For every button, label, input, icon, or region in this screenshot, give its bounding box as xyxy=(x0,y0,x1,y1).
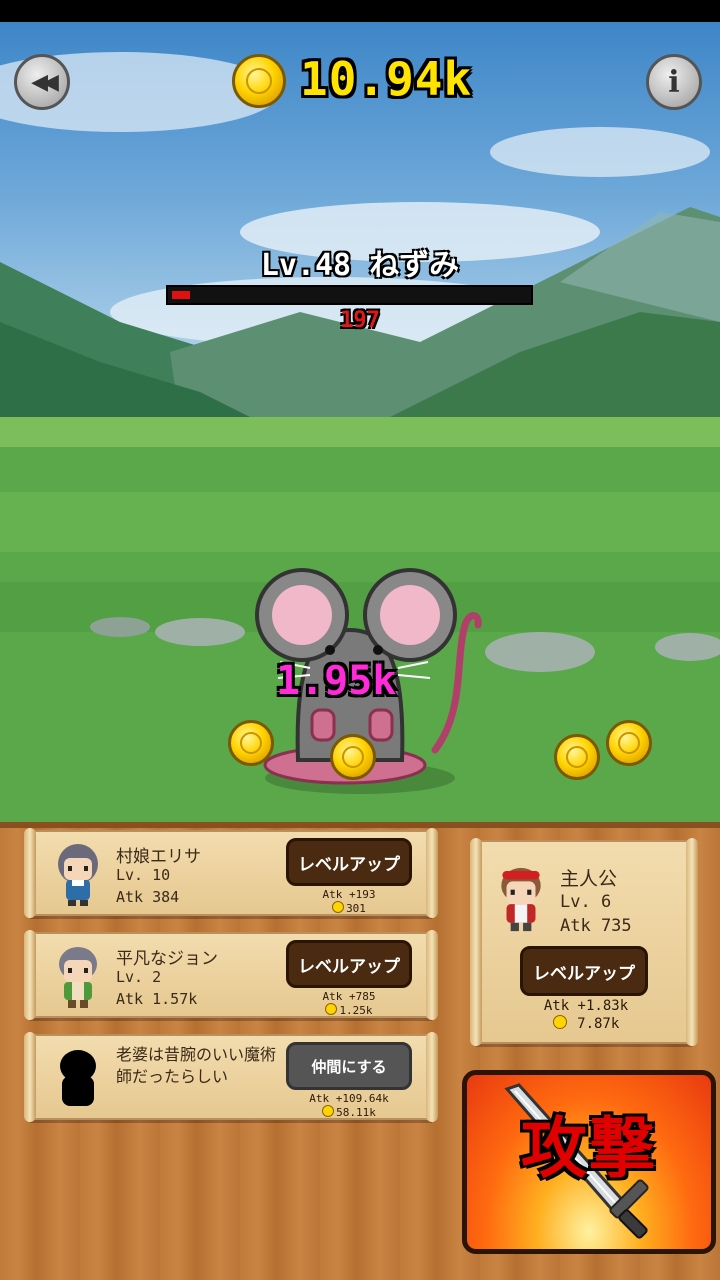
rewind-icon: ◀◀ xyxy=(31,69,59,95)
elisa-avatar xyxy=(58,844,98,906)
recruit-info: Atk +109.64k 58.11k xyxy=(286,1092,412,1119)
coin-icon xyxy=(332,901,345,913)
dropped-coin[interactable] xyxy=(330,734,376,780)
coin-icon xyxy=(322,1105,335,1117)
ally-level: Lv. 2 xyxy=(116,968,162,986)
upgrade-atk: Atk +193 xyxy=(322,888,376,901)
ally-description: 老婆は昔腕のいい魔術師だったらしい xyxy=(116,1045,277,1086)
dropped-coin[interactable] xyxy=(554,734,600,780)
upgrade-cost: 58.11k xyxy=(336,1106,376,1119)
ally-atk: Atk 384 xyxy=(116,888,180,906)
attack-label: 攻撃 xyxy=(521,1110,657,1187)
gold-coin-icon xyxy=(232,54,286,108)
upgrade-atk: Atk +109.64k xyxy=(309,1092,389,1105)
info-icon: i xyxy=(668,64,680,100)
ally-card-john: 平凡なジョン Lv. 2 Atk 1.57k レベルアップ Atk +785 1… xyxy=(24,930,438,1020)
status-bar xyxy=(0,0,720,22)
enemy-name: Lv.48 ねずみ xyxy=(260,248,460,283)
hero-levelup-button[interactable]: レベルアップ xyxy=(520,946,648,996)
upgrade-cost: 1.25k xyxy=(339,1004,373,1017)
enemy-hp-value: 197 xyxy=(340,308,380,333)
upgrade-atk: Atk +1.83k xyxy=(543,998,629,1014)
hero-atk: Atk 735 xyxy=(560,916,632,936)
hero-card: 主人公 Lv. 6 Atk 735 レベルアップ Atk +1.83k 7.87… xyxy=(470,838,698,1046)
john-avatar xyxy=(59,947,97,1008)
attack-button[interactable]: 攻撃 xyxy=(462,1070,716,1254)
info-button[interactable]: i xyxy=(646,54,702,110)
hero-name: 主人公 xyxy=(560,868,618,890)
coin-icon xyxy=(552,1015,567,1029)
upgrade-cost: 301 xyxy=(346,902,366,915)
hero-upgrade-info: Atk +1.83k 7.87k xyxy=(508,998,664,1033)
locked-silhouette-avatar xyxy=(60,1050,96,1106)
damage-number: 1.95k xyxy=(276,658,397,704)
hero-level: Lv. 6 xyxy=(560,892,612,912)
enemy-hp-fill xyxy=(172,291,190,299)
ally-level: Lv. 10 xyxy=(116,866,171,884)
coin-icon xyxy=(325,1003,338,1015)
ally-atk: Atk 1.57k xyxy=(116,990,198,1008)
ally-upgrade-info: Atk +785 1.25k xyxy=(286,990,412,1017)
ally-levelup-button[interactable]: レベルアップ xyxy=(286,940,412,988)
ally-card-elisa: 村娘エリサ Lv. 10 Atk 384 レベルアップ Atk +193 301 xyxy=(24,828,438,918)
ally-card-locked: 老婆は昔腕のいい魔術師だったらしい 仲間にする Atk +109.64k 58.… xyxy=(24,1032,438,1122)
recruit-button[interactable]: 仲間にする xyxy=(286,1042,412,1090)
gold-amount: 10.94k xyxy=(300,52,473,106)
dropped-coin[interactable] xyxy=(228,720,274,766)
dropped-coin[interactable] xyxy=(606,720,652,766)
ally-levelup-button[interactable]: レベルアップ xyxy=(286,838,412,886)
back-button[interactable]: ◀◀ xyxy=(14,54,70,110)
enemy-hp-bar xyxy=(166,285,533,305)
ally-upgrade-info: Atk +193 301 xyxy=(286,888,412,915)
upgrade-cost: 7.87k xyxy=(577,1016,620,1032)
hero-avatar xyxy=(501,867,541,932)
upgrade-atk: Atk +785 xyxy=(322,990,376,1003)
